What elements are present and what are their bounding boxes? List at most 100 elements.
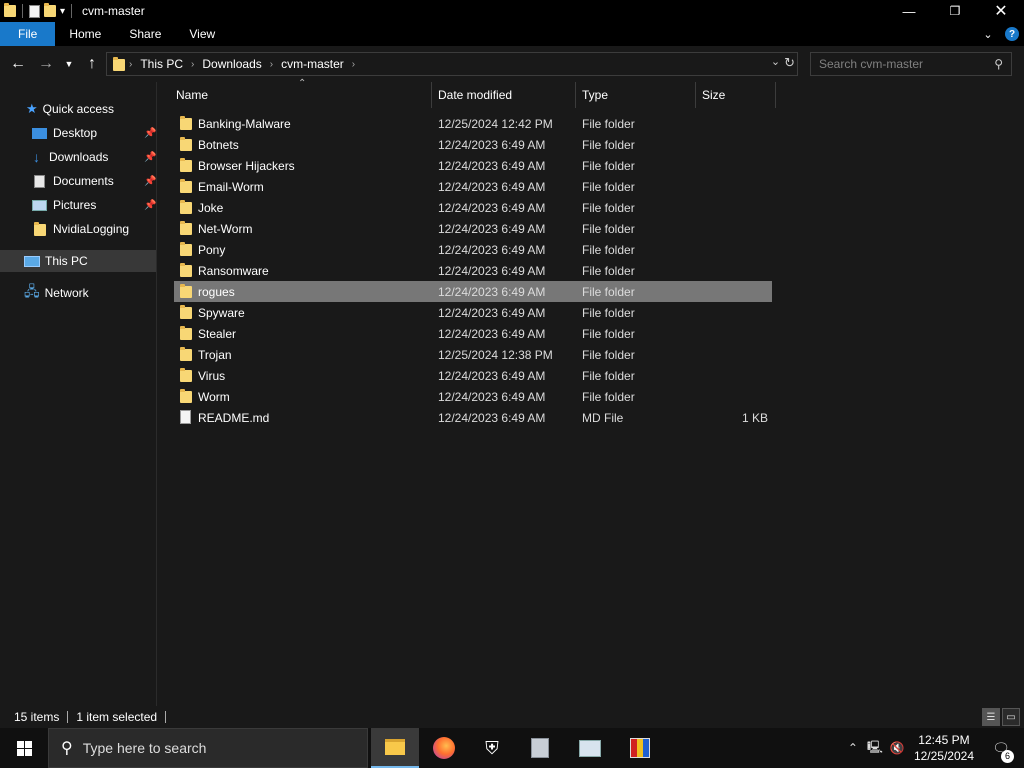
pin-icon[interactable]: 📌 <box>144 152 156 163</box>
folder-icon <box>180 368 192 382</box>
file-type: File folder <box>582 158 635 173</box>
divider <box>67 711 69 723</box>
file-name: Stealer <box>198 326 237 341</box>
table-row[interactable]: Virus 12/24/2023 6:49 AM File folder <box>174 365 772 386</box>
file-type: File folder <box>582 284 635 299</box>
taskbar-firefox[interactable] <box>420 728 468 768</box>
taskbar-app-4[interactable] <box>516 728 564 768</box>
recent-locations-button[interactable]: ▼ <box>62 54 76 74</box>
file-size <box>694 281 768 302</box>
tab-share[interactable]: Share <box>115 22 175 46</box>
search-input[interactable] <box>811 57 981 71</box>
start-button[interactable] <box>0 728 48 768</box>
breadcrumb-separator[interactable]: › <box>129 59 132 70</box>
restore-button[interactable]: ❐ <box>932 0 978 22</box>
search-box[interactable]: ⚲ <box>810 52 1012 76</box>
pin-icon[interactable]: 📌 <box>144 128 156 139</box>
breadcrumb-this-pc[interactable]: This PC <box>140 57 183 71</box>
nav-downloads[interactable]: ↓ Downloads 📌 <box>0 146 156 168</box>
table-row[interactable]: Email-Worm 12/24/2023 6:49 AM File folder <box>174 176 772 197</box>
taskbar-search[interactable]: ⚲ Type here to search <box>48 728 368 768</box>
nav-network[interactable]: 🖧 Network <box>0 282 156 304</box>
nav-quick-access[interactable]: ★ Quick access <box>0 98 156 120</box>
table-row[interactable]: README.md 12/24/2023 6:49 AM MD File 1 KB <box>174 407 772 428</box>
chevron-up-icon[interactable]: ⌃ <box>842 741 864 755</box>
taskbar-app-6[interactable] <box>616 728 664 768</box>
forward-button[interactable]: → <box>36 54 56 74</box>
nav-pictures[interactable]: Pictures 📌 <box>0 194 156 216</box>
tab-home[interactable]: Home <box>55 22 115 46</box>
refresh-button[interactable]: ↻ <box>784 55 795 71</box>
table-row[interactable]: Trojan 12/25/2024 12:38 PM File folder <box>174 344 772 365</box>
help-button[interactable]: ? <box>1000 22 1024 46</box>
tab-file[interactable]: File <box>0 22 56 46</box>
table-row[interactable]: Worm 12/24/2023 6:49 AM File folder <box>174 386 772 407</box>
large-icons-view-button[interactable]: ▭ <box>1002 708 1020 726</box>
file-type: MD File <box>582 410 624 425</box>
network-status-icon[interactable]: 🖳 <box>864 738 886 759</box>
breadcrumb-separator[interactable]: › <box>352 59 355 70</box>
folder-icon <box>180 158 192 172</box>
details-view-button[interactable]: ☰ <box>982 708 1000 726</box>
volume-muted-icon[interactable]: 🔇 <box>886 741 908 755</box>
pin-icon[interactable]: 📌 <box>144 176 156 187</box>
properties-icon[interactable] <box>29 4 40 18</box>
search-icon: ⚲ <box>994 57 1003 71</box>
nav-desktop[interactable]: Desktop 📌 <box>0 122 156 144</box>
up-button[interactable]: ↑ <box>82 54 102 74</box>
table-row[interactable]: Joke 12/24/2023 6:49 AM File folder <box>174 197 772 218</box>
divider <box>165 711 167 723</box>
file-date: 12/24/2023 6:49 AM <box>438 137 546 152</box>
column-header-date[interactable]: Date modified <box>432 82 576 108</box>
breadcrumb-downloads[interactable]: Downloads <box>202 57 261 71</box>
ribbon-tabs: File Home Share View ⌄ ? <box>0 22 1024 46</box>
table-row[interactable]: Net-Worm 12/24/2023 6:49 AM File folder <box>174 218 772 239</box>
folder-icon <box>180 347 192 361</box>
help-icon: ? <box>1005 27 1019 41</box>
table-row[interactable]: Banking-Malware 12/25/2024 12:42 PM File f… <box>174 113 772 134</box>
column-header-name[interactable]: Name <box>170 82 432 108</box>
table-row[interactable]: Botnets 12/24/2023 6:49 AM File folder <box>174 134 772 155</box>
tab-view[interactable]: View <box>175 22 229 46</box>
address-history-button[interactable]: ⌄ <box>771 55 780 71</box>
column-header-size[interactable]: Size <box>696 82 776 108</box>
table-row[interactable]: Pony 12/24/2023 6:49 AM File folder <box>174 239 772 260</box>
nav-this-pc[interactable]: This PC <box>0 250 156 272</box>
clock[interactable]: 12:45 PM 12/25/2024 <box>914 732 974 764</box>
close-button[interactable]: ✕ <box>978 0 1024 22</box>
breadcrumb-separator[interactable]: › <box>270 59 273 70</box>
file-size <box>694 197 768 218</box>
file-date: 12/25/2024 12:42 PM <box>438 116 553 131</box>
file-name: Joke <box>198 200 224 215</box>
taskbar-app-5[interactable] <box>566 728 614 768</box>
notifications-button[interactable]: 🗨 6 <box>986 740 1016 763</box>
breadcrumb-separator[interactable]: › <box>191 59 194 70</box>
table-row[interactable]: Ransomware 12/24/2023 6:49 AM File folder <box>174 260 772 281</box>
minimize-button[interactable]: — <box>886 0 932 22</box>
table-row[interactable]: Stealer 12/24/2023 6:49 AM File folder <box>174 323 772 344</box>
customize-toolbar-icon[interactable]: ▾ <box>60 6 65 17</box>
column-header-type[interactable]: Type <box>576 82 696 108</box>
folder-icon <box>180 116 192 130</box>
table-row[interactable]: rogues 12/24/2023 6:49 AM File folder <box>174 281 772 302</box>
folder-icon[interactable] <box>4 2 16 20</box>
expand-ribbon-button[interactable]: ⌄ <box>976 22 1000 46</box>
breadcrumb-cvm-master[interactable]: cvm-master <box>281 57 344 71</box>
folder-icon <box>34 222 46 236</box>
nav-label: Documents <box>53 174 114 188</box>
table-row[interactable]: Browser Hijackers 12/24/2023 6:49 AM File … <box>174 155 772 176</box>
folder-icon <box>180 200 192 214</box>
chevron-down-icon: ▼ <box>64 59 74 69</box>
address-bar[interactable]: › This PC › Downloads › cvm-master › ⌄ ↻ <box>106 52 798 76</box>
table-row[interactable]: Spyware 12/24/2023 6:49 AM File folder <box>174 302 772 323</box>
file-icon <box>180 410 191 424</box>
new-folder-icon[interactable] <box>44 2 56 20</box>
nav-nvidialogging[interactable]: NvidiaLogging <box>0 218 156 240</box>
pin-icon[interactable]: 📌 <box>144 200 156 211</box>
taskbar-security[interactable]: ⛨ <box>468 728 516 768</box>
taskbar-file-explorer[interactable] <box>371 728 419 768</box>
nav-documents[interactable]: Documents 📌 <box>0 170 156 192</box>
back-button[interactable]: ← <box>8 54 28 74</box>
search-icon: ⚲ <box>61 740 73 757</box>
folder-icon <box>180 242 192 256</box>
